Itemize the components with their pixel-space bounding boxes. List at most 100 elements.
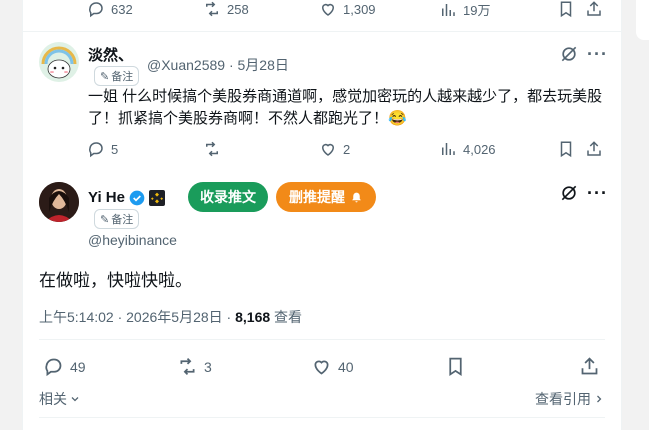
bookmark-button[interactable] [557, 0, 575, 21]
view-quotes-label: 查看引用 [535, 391, 591, 407]
grok-button[interactable] [559, 44, 579, 69]
reply-icon [45, 358, 62, 377]
heart-icon [321, 3, 335, 16]
reply-action[interactable]: 49 [43, 356, 86, 377]
reply-date[interactable]: 5月28日 [238, 57, 289, 73]
divider [39, 417, 605, 418]
reply-actions: 5 2 4,026 [23, 140, 621, 160]
main-actions: 49 3 40 [23, 356, 621, 377]
main-avatar[interactable] [39, 182, 79, 222]
note-pencil-icon: ✎ [100, 70, 110, 83]
divider [39, 339, 605, 340]
views-label: 查看 [270, 309, 303, 325]
reply-action[interactable]: 632 [87, 0, 133, 18]
more-icon: ··· [587, 44, 608, 64]
like-count: 40 [338, 358, 354, 375]
collect-tweet-label: 收录推文 [200, 189, 256, 205]
binance-affiliate-badge[interactable] [149, 190, 165, 206]
verified-badge [129, 190, 145, 206]
views-count: 19万 [463, 3, 491, 18]
reply-count: 632 [111, 1, 133, 17]
tweet-time[interactable]: 上午5:14:02 · 2026年5月28日 · [39, 309, 235, 325]
heart-icon [321, 143, 335, 156]
share-icon [587, 1, 601, 16]
delete-alert-button[interactable]: 删推提醒 [276, 182, 376, 212]
share-button[interactable] [579, 356, 600, 380]
verified-icon [129, 190, 145, 206]
like-action[interactable]: 1,309 [319, 0, 376, 18]
like-action[interactable]: 40 [311, 356, 354, 377]
bookmark-icon [560, 1, 572, 18]
heart-icon [314, 360, 329, 375]
chevron-down-icon [71, 397, 79, 402]
grok-icon [561, 185, 577, 201]
main-author-name[interactable]: Yi He [88, 189, 125, 206]
retweet-action[interactable] [203, 140, 227, 158]
binance-icon [151, 192, 163, 204]
views-action[interactable]: 19万 [439, 0, 490, 19]
tweet-card: 632 258 1,309 19万 淡然、 ✎ 备注 @Xuan2589 · 5… [22, 0, 622, 430]
share-icon [587, 141, 601, 156]
avatar-image [39, 182, 79, 222]
meta-separator: · [228, 57, 234, 73]
grok-button[interactable] [559, 183, 579, 208]
reply-text-line1: 一姐 什么时候搞个美股券商通道啊，感觉加密玩的人越来越少了，都去玩美股 [88, 88, 603, 105]
reply-note-label: 备注 [111, 71, 134, 83]
bell-icon [352, 192, 361, 202]
more-icon: ··· [587, 183, 608, 203]
retweet-action[interactable]: 3 [177, 356, 212, 377]
divider [23, 31, 621, 32]
note-pencil-icon: ✎ [100, 213, 110, 226]
main-handle[interactable]: @heyibinance [88, 232, 177, 248]
retweet-icon [206, 1, 218, 17]
like-count: 2 [343, 141, 351, 157]
top-tweet-actions: 632 258 1,309 19万 [23, 0, 621, 20]
reply-text: 一姐 什么时候搞个美股券商通道啊，感觉加密玩的人越来越少了，都去玩美股 了！抓紧… [88, 86, 608, 130]
collect-tweet-button[interactable]: 收录推文 [188, 182, 268, 212]
retweet-count: 258 [227, 1, 249, 17]
bookmark-button[interactable] [445, 356, 466, 380]
more-button[interactable]: ··· [587, 44, 608, 65]
related-label: 相关 [39, 391, 67, 407]
related-menu[interactable]: 相关 [39, 389, 81, 409]
views-icon [442, 143, 455, 155]
tweet-timestamp-row: 上午5:14:02 · 2026年5月28日 · 8,168 查看 [39, 307, 302, 327]
avatar-image [41, 46, 77, 79]
reply-avatar[interactable] [39, 42, 79, 82]
views-icon [442, 3, 455, 16]
reply-text-line2: 了！抓紧搞个美股券商啊！不然人都跑光了！😂 [88, 110, 407, 127]
reply-action[interactable]: 5 [87, 140, 118, 158]
more-button[interactable]: ··· [587, 183, 608, 204]
views-count: 8,168 [235, 309, 271, 325]
share-icon [581, 357, 598, 375]
share-button[interactable] [585, 0, 603, 21]
main-tweet-text: 在做啦，快啦快啦。 [39, 271, 192, 290]
reply-author-name[interactable]: 淡然、 [88, 44, 133, 65]
view-quotes-link[interactable]: 查看引用 [535, 389, 605, 409]
main-note-tag[interactable]: ✎ 备注 [94, 209, 140, 229]
reply-count: 5 [111, 141, 119, 157]
like-action[interactable]: 2 [319, 140, 350, 158]
bookmark-icon [449, 357, 462, 377]
reply-icon [89, 142, 103, 158]
reply-count: 49 [70, 358, 86, 375]
reply-icon [89, 2, 103, 18]
reply-handle[interactable]: @Xuan2589 [147, 57, 225, 73]
reply-meta: @Xuan2589 · 5月28日 [147, 55, 289, 75]
main-note-label: 备注 [111, 214, 134, 226]
retweet-count: 3 [204, 358, 212, 375]
share-button[interactable] [585, 140, 603, 161]
chevron-right-icon [597, 395, 602, 403]
like-count: 1,309 [343, 1, 376, 17]
bookmark-button[interactable] [557, 140, 575, 161]
retweet-icon [206, 141, 218, 157]
grok-icon [561, 46, 577, 62]
views-action[interactable]: 4,026 [439, 140, 496, 158]
views-count: 4,026 [463, 141, 496, 157]
delete-alert-label: 删推提醒 [289, 189, 345, 205]
reply-note-tag[interactable]: ✎ 备注 [94, 66, 140, 86]
bookmark-icon [560, 141, 572, 158]
retweet-icon [180, 358, 195, 375]
side-panel-edge [636, 0, 649, 40]
retweet-action[interactable]: 258 [203, 0, 249, 18]
